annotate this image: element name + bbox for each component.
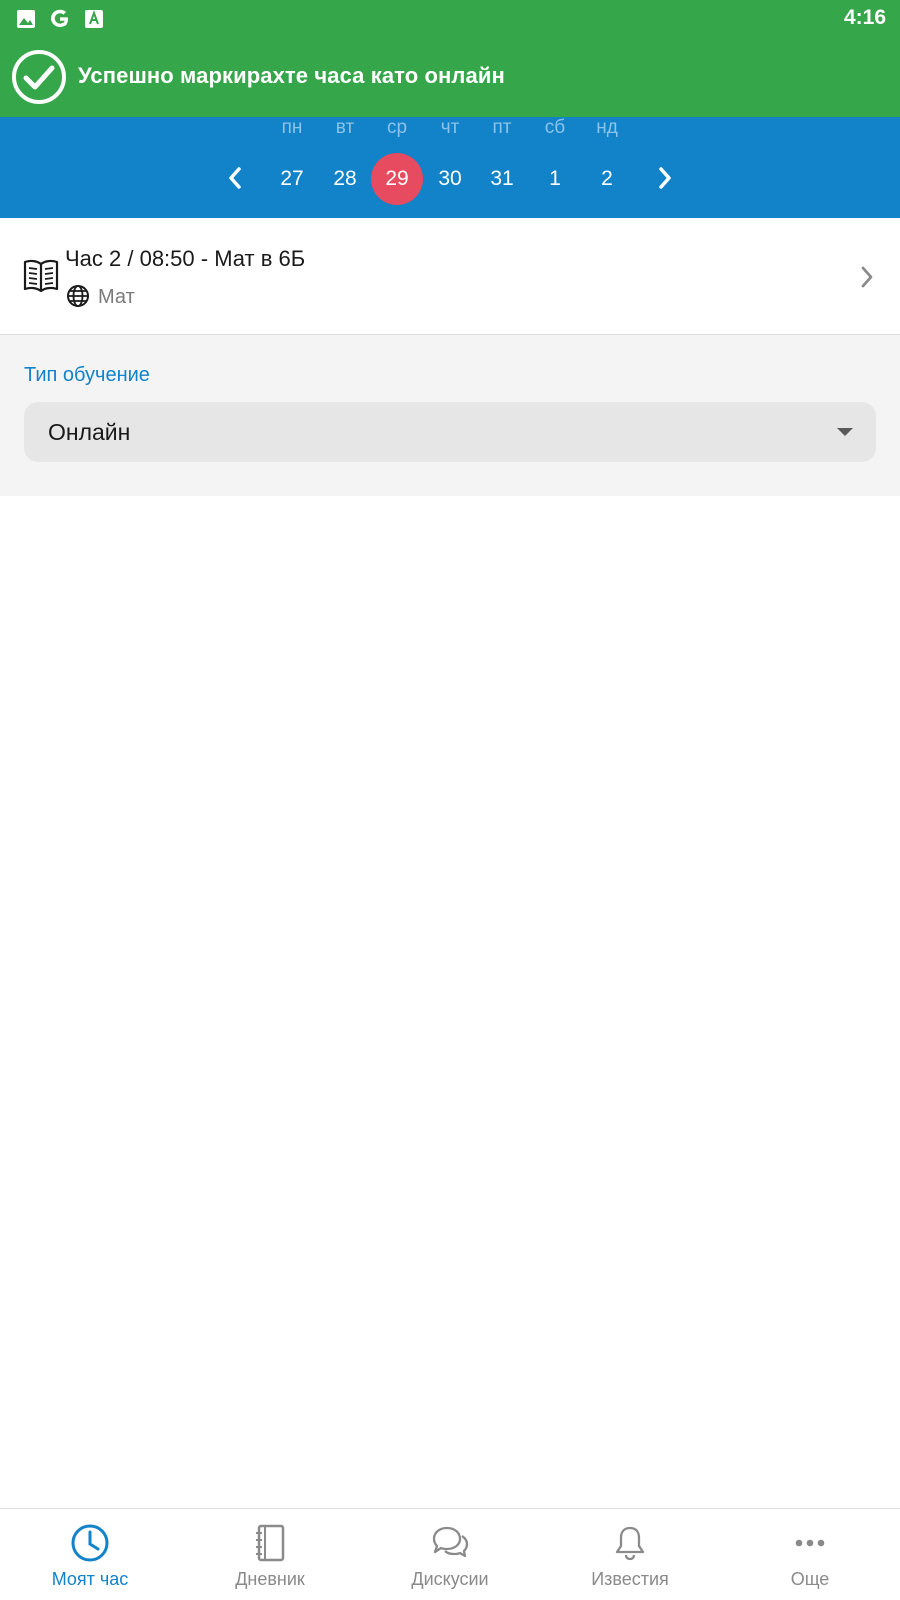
day-number: 28 — [333, 167, 357, 190]
nav-label: Дискусии — [411, 1569, 489, 1589]
selected-day-indicator: 29 — [371, 153, 423, 205]
nav-label: Известия — [591, 1569, 669, 1589]
training-type-select[interactable]: Онлайн — [24, 402, 876, 462]
lesson-row[interactable]: Час 2 / 08:50 - Мат в 6Б Мат — [0, 218, 900, 335]
day-number: 2 — [601, 167, 613, 190]
google-icon — [51, 9, 68, 27]
nav-label: Още — [790, 1569, 830, 1589]
day-name: вт — [335, 117, 355, 138]
day-number: 31 — [490, 167, 514, 190]
success-banner: 4:16 Успешно маркирахте часа като онлайн — [0, 0, 900, 117]
training-type-section: Тип обучение Онлайн — [0, 335, 900, 496]
day-name: ср — [386, 117, 408, 138]
font-icon — [85, 10, 103, 28]
day-name: пт — [492, 117, 512, 138]
chevron-right-icon — [659, 167, 671, 189]
nav-discussions[interactable]: Дискусии — [360, 1509, 540, 1600]
chevron-right-icon — [861, 266, 873, 288]
nav-notifications[interactable]: Известия — [540, 1509, 720, 1600]
chevron-left-icon — [229, 167, 241, 189]
nav-more[interactable]: Още — [720, 1509, 900, 1600]
status-bar-icons — [16, 8, 104, 30]
day-number: 30 — [438, 167, 462, 190]
globe-icon — [67, 285, 89, 307]
lesson-subject: Мат — [98, 286, 135, 308]
bottom-navigation: Моят час Дневник Дискусии Известия Още — [0, 1508, 900, 1600]
notebook-icon — [256, 1524, 285, 1562]
day-name: чт — [440, 117, 460, 138]
day-number: 29 — [385, 167, 409, 190]
day-number: 27 — [280, 167, 304, 190]
banner-message: Успешно маркирахте часа като онлайн — [78, 63, 505, 88]
day-name: пн — [281, 117, 303, 138]
nav-label: Моят час — [51, 1569, 129, 1589]
lesson-title: Час 2 / 08:50 - Мат в 6Б — [65, 246, 306, 271]
clock-icon — [71, 1524, 109, 1562]
day-number: 1 — [549, 167, 561, 190]
chat-bubbles-icon — [432, 1526, 469, 1558]
next-week-button[interactable] — [650, 163, 680, 193]
week-strip: пн 27 вт 28 ср 29 чт 30 пт 31 сб 1 нд 2 — [0, 117, 900, 218]
prev-week-button[interactable] — [220, 163, 250, 193]
nav-label: Дневник — [235, 1569, 305, 1589]
image-icon — [17, 10, 35, 28]
day-name: нд — [596, 117, 618, 138]
bell-icon — [615, 1526, 645, 1561]
day-name: сб — [544, 117, 566, 138]
status-time: 4:16 — [843, 6, 886, 29]
caret-down-icon — [837, 428, 853, 436]
more-dots-icon — [795, 1539, 825, 1547]
book-icon — [23, 259, 59, 293]
select-value: Онлайн — [48, 419, 131, 445]
check-circle-icon — [12, 50, 66, 104]
training-type-label: Тип обучение — [24, 364, 150, 386]
nav-my-lesson[interactable]: Моят час — [0, 1509, 180, 1600]
nav-diary[interactable]: Дневник — [180, 1509, 360, 1600]
